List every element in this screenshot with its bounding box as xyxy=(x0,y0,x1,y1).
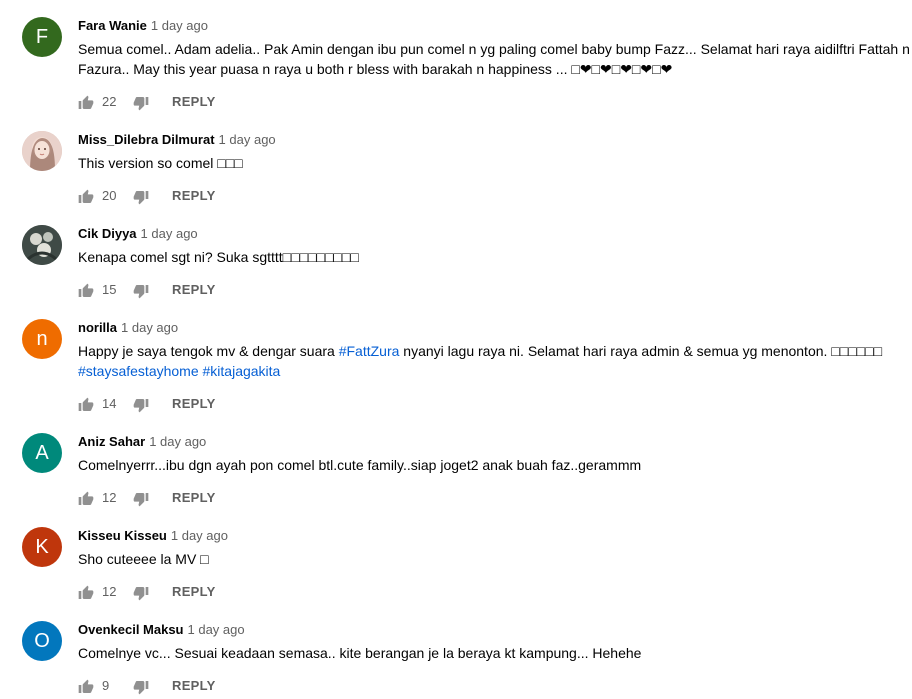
thumbs-down-icon[interactable] xyxy=(133,283,149,299)
thumbs-up-icon[interactable] xyxy=(78,397,94,413)
comment-time[interactable]: 1 day ago xyxy=(219,132,276,147)
comment-text: Semua comel.. Adam adelia.. Pak Amin den… xyxy=(78,41,910,77)
thumbs-up-icon[interactable] xyxy=(78,679,94,695)
comment-actions: 9 REPLY xyxy=(78,675,912,699)
avatar[interactable]: A xyxy=(22,433,62,473)
reply-button[interactable]: REPLY xyxy=(172,282,216,297)
comment-author[interactable]: Fara Wanie xyxy=(78,18,147,33)
hashtag-link[interactable]: #FattZura xyxy=(339,343,400,359)
reply-button[interactable]: REPLY xyxy=(172,678,216,693)
reply-button[interactable]: REPLY xyxy=(172,94,216,109)
hashtag-link[interactable]: #kitajagakita xyxy=(203,363,281,379)
comment-actions: 15 REPLY xyxy=(78,279,912,303)
reply-button[interactable]: REPLY xyxy=(172,584,216,599)
like-count: 9 xyxy=(102,678,110,693)
like-count: 14 xyxy=(102,396,117,411)
comment-text: This version so comel □□□ xyxy=(78,155,243,171)
thumbs-down-icon[interactable] xyxy=(133,491,149,507)
reply-button[interactable]: REPLY xyxy=(172,396,216,411)
comment-actions: 12 REPLY xyxy=(78,581,912,605)
comment-author[interactable]: norilla xyxy=(78,320,117,335)
thumbs-down-icon[interactable] xyxy=(133,585,149,601)
comment-text: Kenapa comel sgt ni? Suka sgtttt□□□□□□□□… xyxy=(78,249,359,265)
comment-time[interactable]: 1 day ago xyxy=(141,226,198,241)
like-count: 20 xyxy=(102,188,117,203)
avatar[interactable] xyxy=(22,131,62,171)
reply-button[interactable]: REPLY xyxy=(172,490,216,505)
thumbs-up-icon[interactable] xyxy=(78,189,94,205)
comment-text: Comelnyerrr...ibu dgn ayah pon comel btl… xyxy=(78,457,642,473)
thumbs-up-icon[interactable] xyxy=(78,283,94,299)
comment-author[interactable]: Ovenkecil Maksu xyxy=(78,622,184,637)
thumbs-down-icon[interactable] xyxy=(133,95,149,111)
avatar[interactable]: O xyxy=(22,621,62,661)
comment-text: Comelnye vc... Sesuai keadaan semasa.. k… xyxy=(78,645,642,661)
comment-text-part: Happy je saya tengok mv & dengar suara xyxy=(78,343,339,359)
avatar[interactable]: n xyxy=(22,319,62,359)
thumbs-up-icon[interactable] xyxy=(78,491,94,507)
thumbs-up-icon[interactable] xyxy=(78,585,94,601)
reply-button[interactable]: REPLY xyxy=(172,188,216,203)
like-count: 12 xyxy=(102,584,117,599)
comment-time[interactable]: 1 day ago xyxy=(151,18,208,33)
comment-text-part: nyanyi lagu raya ni. Selamat hari raya a… xyxy=(399,343,883,359)
avatar[interactable] xyxy=(22,225,62,265)
thumbs-down-icon[interactable] xyxy=(133,397,149,413)
comment-time[interactable]: 1 day ago xyxy=(149,434,206,449)
comment-time[interactable]: 1 day ago xyxy=(171,528,228,543)
comment-author[interactable]: Miss_Dilebra Dilmurat xyxy=(78,132,215,147)
comment-actions: 22 REPLY xyxy=(78,91,912,115)
avatar[interactable]: F xyxy=(22,17,62,57)
comment-text: Happy je saya tengok mv & dengar suara #… xyxy=(78,341,912,381)
comment-time[interactable]: 1 day ago xyxy=(188,622,245,637)
comment-author[interactable]: Kisseu Kisseu xyxy=(78,528,167,543)
comment-actions: 12 REPLY xyxy=(78,487,912,511)
thumbs-up-icon[interactable] xyxy=(78,95,94,111)
avatar[interactable]: K xyxy=(22,527,62,567)
comment-actions: 20 REPLY xyxy=(78,185,912,209)
comment-time[interactable]: 1 day ago xyxy=(121,320,178,335)
hashtag-link[interactable]: #staysafestayhome xyxy=(78,363,199,379)
comment-text: Sho cuteeee la MV □ xyxy=(78,551,209,567)
like-count: 15 xyxy=(102,282,117,297)
comment-author[interactable]: Aniz Sahar xyxy=(78,434,145,449)
comment-author[interactable]: Cik Diyya xyxy=(78,226,137,241)
thumbs-down-icon[interactable] xyxy=(133,679,149,695)
like-count: 12 xyxy=(102,490,117,505)
thumbs-down-icon[interactable] xyxy=(133,189,149,205)
like-count: 22 xyxy=(102,94,117,109)
comment-actions: 14 REPLY xyxy=(78,393,912,417)
